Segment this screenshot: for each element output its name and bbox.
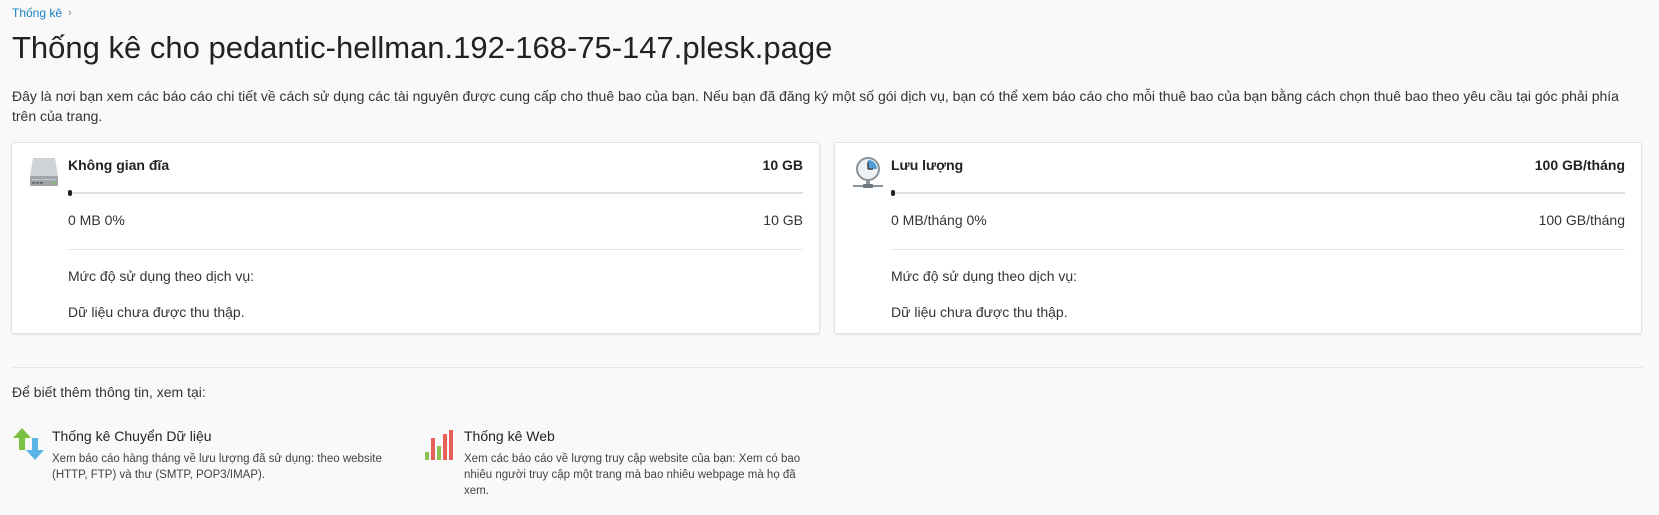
disk-usage-bar [68,190,803,196]
disk-space-limit: 10 GB [762,157,803,173]
traffic-per-service-label: Mức độ sử dụng theo dịch vụ: [891,268,1078,284]
page: Thống kê › Thống kê cho pedantic-hellman… [0,0,1659,515]
traffic-usage-bar [891,190,1625,196]
traffic-used-value: 0 MB/tháng 0% [891,212,987,228]
disk-usage-bar-fill [68,190,72,196]
disk-no-data-message: Dữ liệu chưa được thu thập. [68,304,245,320]
traffic-limit: 100 GB/tháng [1534,157,1625,173]
data-transfer-stats-description: Xem báo cáo hàng tháng về lưu lượng đã s… [52,453,382,481]
breadcrumb-link-statistics[interactable]: Thống kê [12,6,62,20]
chevron-right-icon: › [68,7,72,19]
breadcrumb: Thống kê › [12,6,72,20]
web-stats-link[interactable]: Thống kê Web [464,428,555,444]
traffic-no-data-message: Dữ liệu chưa được thu thập. [891,304,1068,320]
divider [68,249,803,250]
section-divider [12,367,1643,368]
hard-disk-icon [28,155,60,191]
data-transfer-stats-link[interactable]: Thống kê Chuyển Dữ liệu [52,428,212,444]
more-info-label: Để biết thêm thông tin, xem tại: [12,384,206,400]
traffic-clock-icon [851,155,883,191]
traffic-card: Lưu lượng 100 GB/tháng 0 MB/tháng 0% 100… [834,142,1642,334]
traffic-usage-bar-fill [891,190,895,196]
transfer-arrows-icon [12,426,46,462]
divider [891,249,1625,250]
traffic-label: Lưu lượng [891,157,964,173]
web-stats-description: Xem các báo cáo về lượng truy cập websit… [464,453,801,497]
disk-total-value: 10 GB [763,212,803,228]
traffic-total-value: 100 GB/tháng [1538,212,1625,228]
page-description: Đây là nơi bạn xem các báo cáo chi tiết … [12,88,1619,124]
disk-space-label: Không gian đĩa [68,157,170,173]
web-stats-bars-icon [424,426,458,462]
disk-used-value: 0 MB 0% [68,212,125,228]
disk-space-card: Không gian đĩa 10 GB 0 MB 0% 10 GB Mức đ… [11,142,820,334]
page-title: Thống kê cho pedantic-hellman.192-168-75… [12,30,833,65]
disk-per-service-label: Mức độ sử dụng theo dịch vụ: [68,268,255,284]
